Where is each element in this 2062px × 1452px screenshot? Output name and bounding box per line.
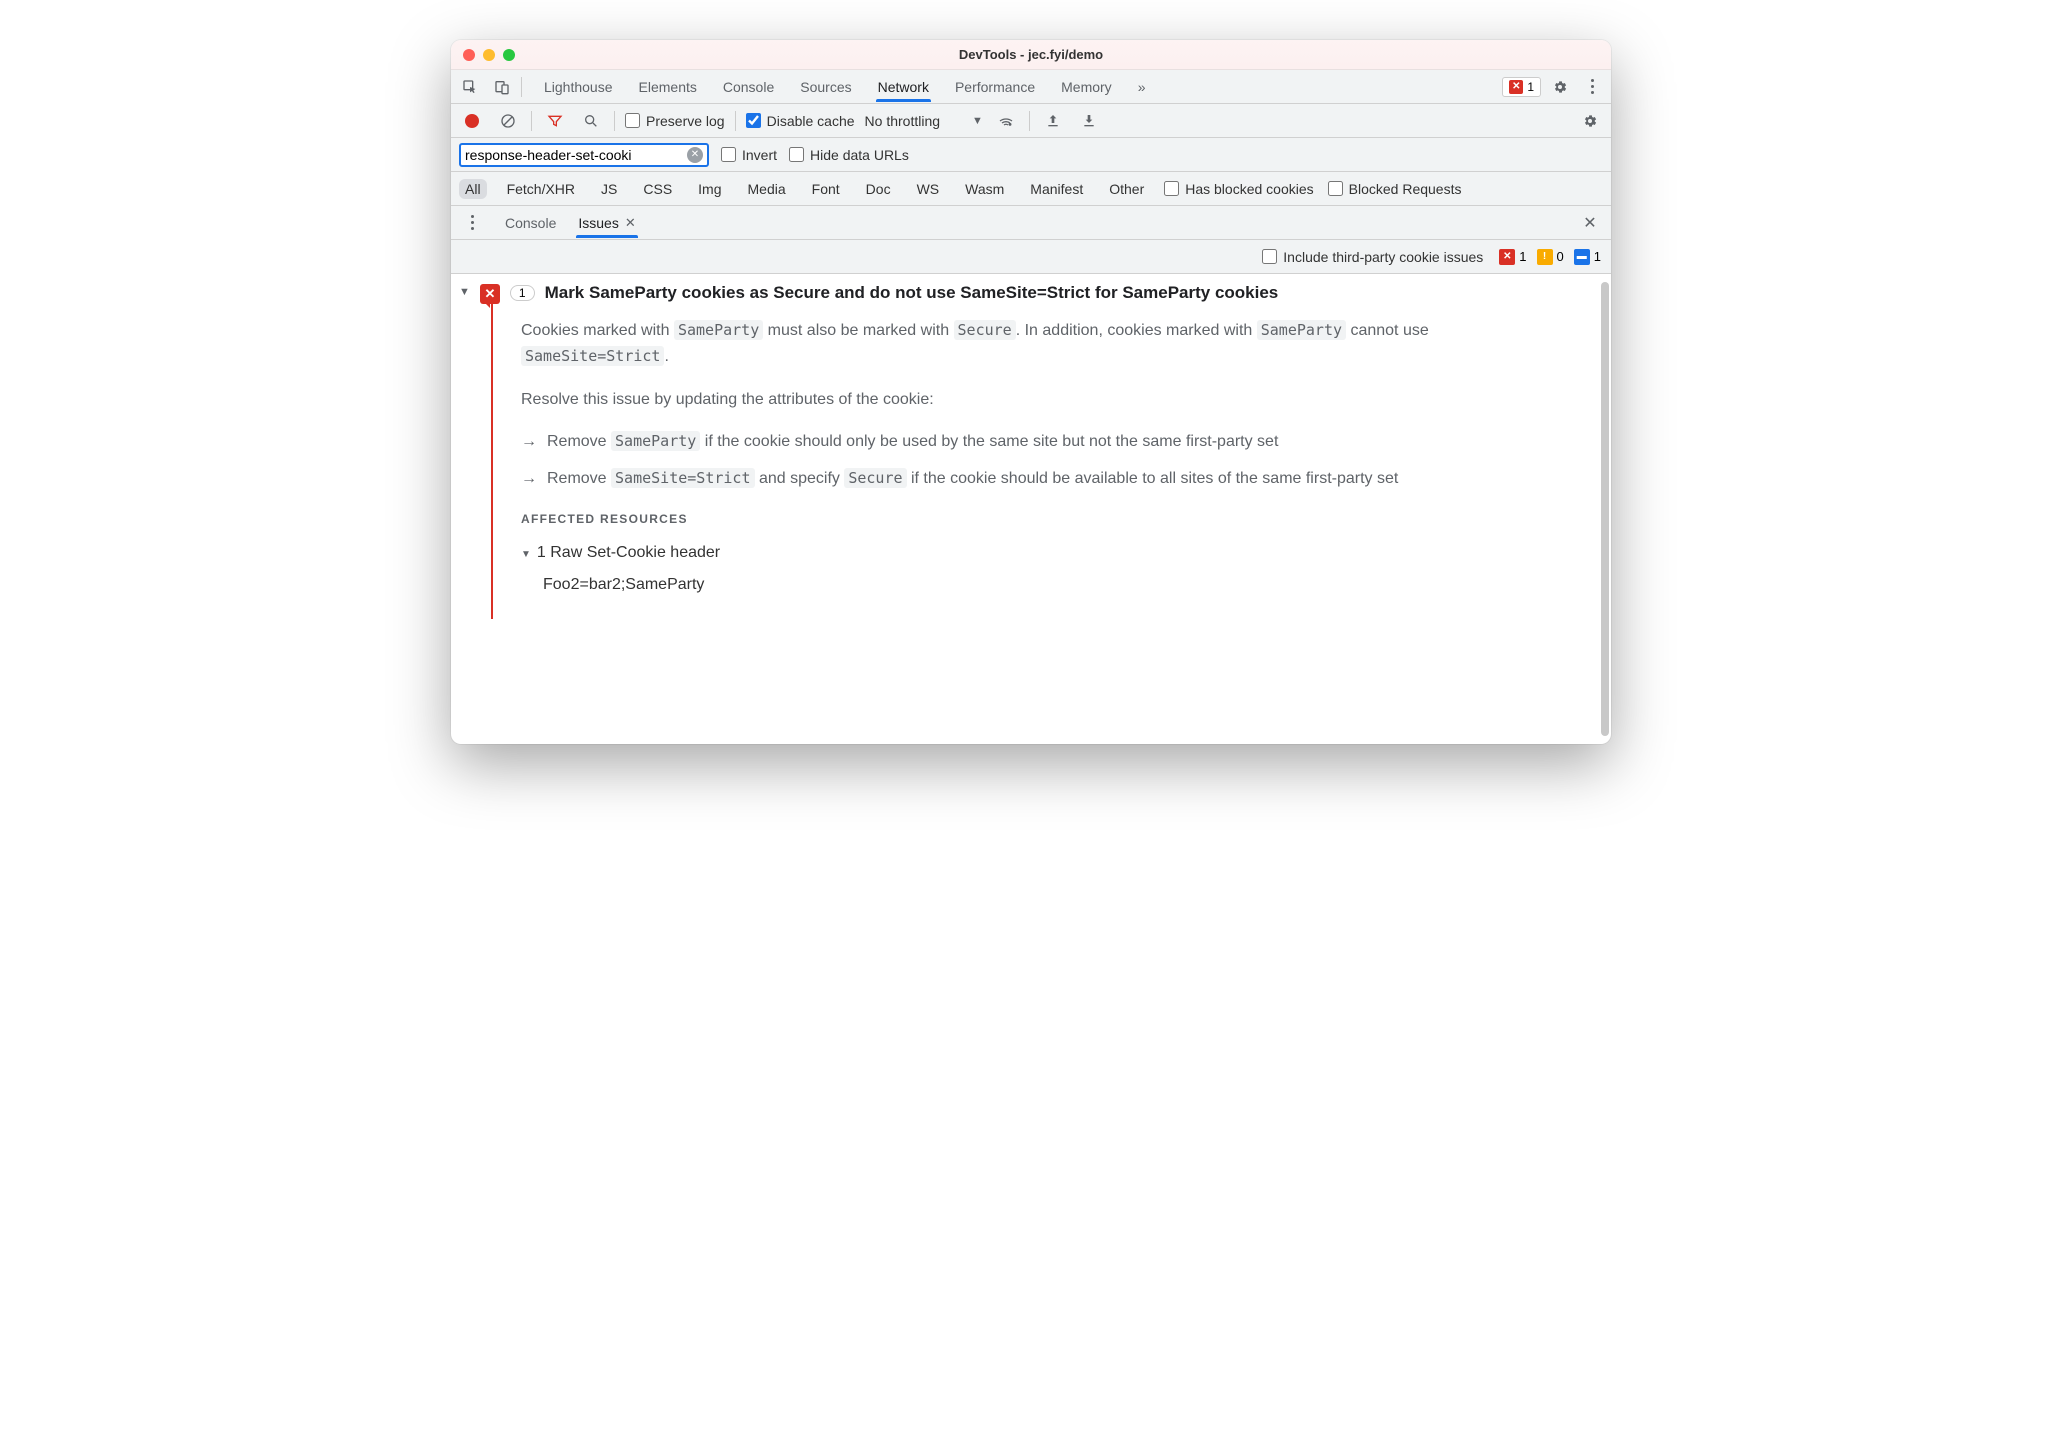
error-count: 1 <box>1527 80 1534 94</box>
cookie-value: Foo2=bar2;SameParty <box>543 572 1571 598</box>
devtools-window: DevTools - jec.fyi/demo Lighthouse Eleme… <box>451 40 1611 744</box>
more-icon[interactable] <box>1579 74 1605 100</box>
error-icon: ✕ <box>1499 249 1515 265</box>
invert-checkbox[interactable]: Invert <box>721 147 777 163</box>
drawer-tabbar: Console Issues ✕ ✕ <box>451 206 1611 240</box>
search-icon[interactable] <box>578 108 604 134</box>
preserve-log-checkbox[interactable]: Preserve log <box>625 113 725 129</box>
chip-fetch-xhr[interactable]: Fetch/XHR <box>501 179 581 199</box>
chip-manifest[interactable]: Manifest <box>1024 179 1089 199</box>
drawer-tab-issues[interactable]: Issues ✕ <box>576 209 637 237</box>
expand-icon[interactable]: ▼ <box>521 547 531 564</box>
tab-memory[interactable]: Memory <box>1059 73 1114 101</box>
affected-resources-heading: AFFECTED RESOURCES <box>521 510 1571 530</box>
record-button[interactable] <box>459 108 485 134</box>
tab-console[interactable]: Console <box>721 73 776 101</box>
bullet-2: → Remove SameSite=Strict and specify Sec… <box>521 466 1571 492</box>
chip-other[interactable]: Other <box>1103 179 1150 199</box>
filter-input-wrapper: ✕ <box>459 143 709 167</box>
main-tabs: Lighthouse Elements Console Sources Netw… <box>542 73 1496 101</box>
disable-cache-checkbox[interactable]: Disable cache <box>746 113 855 129</box>
scrollbar[interactable] <box>1601 282 1609 736</box>
type-filter-bar: All Fetch/XHR JS CSS Img Media Font Doc … <box>451 172 1611 206</box>
chip-ws[interactable]: WS <box>911 179 946 199</box>
error-icon: ✕ <box>1509 80 1523 94</box>
chip-font[interactable]: Font <box>806 179 846 199</box>
close-tab-icon[interactable]: ✕ <box>625 215 636 231</box>
chip-wasm[interactable]: Wasm <box>959 179 1010 199</box>
drawer-more-icon[interactable] <box>459 210 485 236</box>
issue-content: Cookies marked with SameParty must also … <box>491 304 1611 619</box>
tab-sources[interactable]: Sources <box>798 73 853 101</box>
issues-toolbar: Include third-party cookie issues ✕1 !0 … <box>451 240 1611 274</box>
info-icon: ▬ <box>1574 249 1590 265</box>
inspect-icon[interactable] <box>457 74 483 100</box>
throttling-select[interactable]: No throttling ▼ <box>865 113 983 129</box>
drawer-tab-console[interactable]: Console <box>503 209 558 237</box>
issue-count: 1 <box>510 285 535 301</box>
include-third-party-checkbox[interactable]: Include third-party cookie issues <box>1262 249 1483 265</box>
chip-js[interactable]: JS <box>595 179 623 199</box>
chevron-down-icon: ▼ <box>972 115 983 127</box>
filter-bar: ✕ Invert Hide data URLs <box>451 138 1611 172</box>
arrow-icon: → <box>521 466 537 492</box>
clear-icon[interactable] <box>495 108 521 134</box>
info-count-badge[interactable]: ▬1 <box>1574 249 1601 265</box>
tab-performance[interactable]: Performance <box>953 73 1037 101</box>
chip-media[interactable]: Media <box>742 179 792 199</box>
chip-all[interactable]: All <box>459 179 487 199</box>
download-icon[interactable] <box>1076 108 1102 134</box>
bullet-1: → Remove SameParty if the cookie should … <box>521 429 1571 455</box>
warning-count-badge[interactable]: !0 <box>1537 249 1564 265</box>
issue-description: Cookies marked with SameParty must also … <box>521 318 1571 371</box>
network-conditions-icon[interactable] <box>993 108 1019 134</box>
expand-icon[interactable]: ▼ <box>459 286 470 298</box>
issue-title: Mark SameParty cookies as Secure and do … <box>545 283 1279 303</box>
tab-lighthouse[interactable]: Lighthouse <box>542 73 615 101</box>
filter-input[interactable] <box>465 147 687 163</box>
issues-body: ▼ ✕ 1 Mark SameParty cookies as Secure a… <box>451 274 1611 744</box>
chip-doc[interactable]: Doc <box>860 179 897 199</box>
chip-css[interactable]: CSS <box>637 179 678 199</box>
filter-icon[interactable] <box>542 108 568 134</box>
window-title: DevTools - jec.fyi/demo <box>451 47 1611 62</box>
warning-icon: ! <box>1537 249 1553 265</box>
settings-icon[interactable] <box>1547 74 1573 100</box>
error-count-badge[interactable]: ✕1 <box>1499 249 1526 265</box>
tabs-overflow[interactable]: » <box>1136 73 1148 101</box>
issue-bullets: → Remove SameParty if the cookie should … <box>521 429 1571 492</box>
affected-resource-row[interactable]: ▼ 1 Raw Set-Cookie header <box>521 540 1571 566</box>
has-blocked-cookies-checkbox[interactable]: Has blocked cookies <box>1164 181 1313 197</box>
issue-row[interactable]: ▼ ✕ 1 Mark SameParty cookies as Secure a… <box>451 274 1611 304</box>
chip-img[interactable]: Img <box>692 179 727 199</box>
arrow-icon: → <box>521 429 537 455</box>
upload-icon[interactable] <box>1040 108 1066 134</box>
issue-resolve-text: Resolve this issue by updating the attri… <box>521 387 1571 413</box>
titlebar: DevTools - jec.fyi/demo <box>451 40 1611 70</box>
error-badge[interactable]: ✕ 1 <box>1502 77 1541 97</box>
blocked-requests-checkbox[interactable]: Blocked Requests <box>1328 181 1462 197</box>
issue-error-icon: ✕ <box>480 284 500 304</box>
tab-elements[interactable]: Elements <box>637 73 699 101</box>
panel-settings-icon[interactable] <box>1577 108 1603 134</box>
hide-data-urls-checkbox[interactable]: Hide data URLs <box>789 147 909 163</box>
issue-counts: ✕1 !0 ▬1 <box>1499 249 1601 265</box>
network-toolbar: Preserve log Disable cache No throttling… <box>451 104 1611 138</box>
clear-filter-icon[interactable]: ✕ <box>687 147 703 163</box>
close-drawer-icon[interactable]: ✕ <box>1577 210 1603 236</box>
device-toggle-icon[interactable] <box>489 74 515 100</box>
tab-network[interactable]: Network <box>876 73 931 101</box>
main-tabbar: Lighthouse Elements Console Sources Netw… <box>451 70 1611 104</box>
